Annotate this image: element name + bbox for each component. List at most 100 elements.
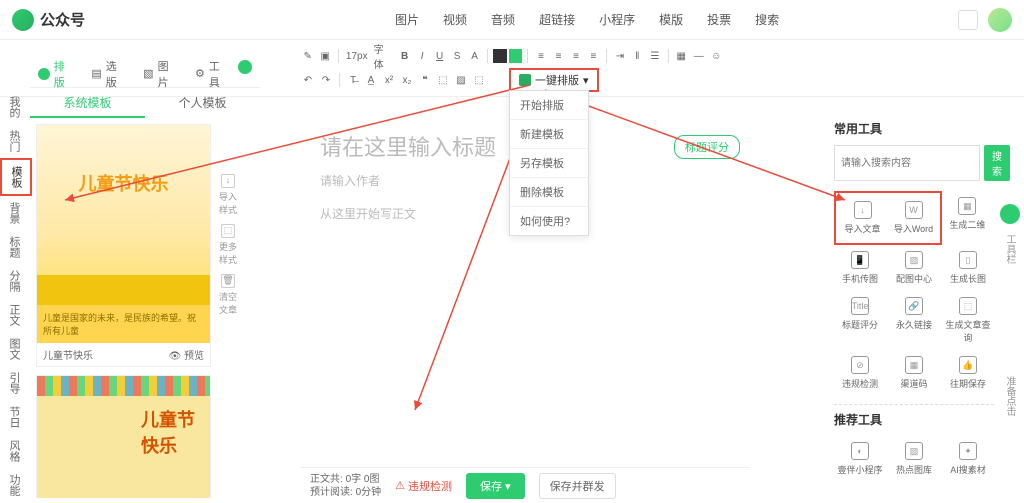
menu-saveas[interactable]: 另存模板 [510, 149, 588, 178]
underline-icon[interactable]: U [432, 48, 447, 64]
tool-permalink[interactable]: 🔗永久链接 [888, 291, 940, 350]
template-preview-1[interactable]: 👁 预览 [169, 347, 204, 362]
brush-icon[interactable]: ✎ [300, 48, 315, 64]
tool-search-button[interactable]: 搜索 [984, 145, 1010, 181]
align-right-icon[interactable]: ≡ [568, 48, 583, 64]
image-icon[interactable]: ▨ [453, 72, 469, 88]
tool-hot-images[interactable]: ▨热点图库 [888, 436, 940, 482]
rating-button[interactable]: 标题评分 [674, 135, 740, 159]
subtab-system[interactable]: 系统模板 [30, 88, 145, 118]
strip-mine[interactable]: 我的 [0, 90, 28, 124]
float-toolbar[interactable]: 工具栏 [998, 228, 1021, 270]
tab-select[interactable]: ▤ 选版 [83, 60, 135, 87]
quote-icon[interactable]: ❝ [417, 72, 433, 88]
paint-icon[interactable]: ▣ [317, 48, 332, 64]
align-center-icon[interactable]: ≡ [551, 48, 566, 64]
tool-violation[interactable]: ⊘违规检测 [834, 350, 886, 396]
strip-template[interactable]: 模板 [0, 158, 32, 196]
tool-miniprogram[interactable]: ◐壹伴小程序 [834, 436, 886, 482]
tool-long-image[interactable]: ▯生成长图 [942, 245, 994, 291]
watermark-icon[interactable]: ⬚ [471, 72, 487, 88]
tool-qrcode[interactable]: ▦生成二维 [945, 191, 989, 237]
tool-ai-search[interactable]: ✦AI搜素材 [942, 436, 994, 482]
hr-icon[interactable]: — [691, 48, 706, 64]
nav-image[interactable]: 图片 [385, 7, 429, 32]
line-height-icon[interactable]: ‖ [630, 48, 645, 64]
indent-icon[interactable]: ⇥ [612, 48, 627, 64]
nav-miniprogram[interactable]: 小程序 [589, 7, 645, 32]
violation-check[interactable]: ⚠ 违规检测 [395, 478, 452, 494]
strip-body[interactable]: 正文 [0, 298, 28, 332]
font-family[interactable]: 字体 [372, 41, 395, 71]
bg-color-green[interactable] [509, 49, 523, 63]
float-click[interactable]: 准备点击 [998, 370, 1021, 422]
strike-icon[interactable]: S [449, 48, 464, 64]
tool-import-article[interactable]: ↓导入文章 [838, 195, 887, 241]
tab-image[interactable]: ▧ 图片 [135, 60, 187, 87]
italic-icon[interactable]: I [414, 48, 429, 64]
save-button[interactable]: 保存 ▾ [466, 473, 525, 499]
tool-title-rating[interactable]: Title标题评分 [834, 291, 886, 350]
undo-icon[interactable]: ↶ [300, 72, 316, 88]
tool-phone-upload[interactable]: 📱手机传图 [834, 245, 886, 291]
menu-help[interactable]: 如何使用? [510, 207, 588, 235]
code-icon[interactable]: ⬚ [435, 72, 451, 88]
format-paint-icon[interactable]: A̲ [363, 72, 379, 88]
bg-color-dark[interactable] [493, 49, 507, 63]
strip-divider[interactable]: 分隔 [0, 264, 28, 298]
download-icon[interactable] [958, 10, 978, 30]
nav-vote[interactable]: 投票 [697, 7, 741, 32]
strip-guide[interactable]: 引导 [0, 366, 28, 400]
logo-icon [12, 9, 34, 31]
more-style[interactable]: ⬚更多样式 [216, 220, 240, 270]
nav-video[interactable]: 视频 [433, 7, 477, 32]
nav-search[interactable]: 搜索 [745, 7, 789, 32]
strip-title[interactable]: 标题 [0, 230, 28, 264]
tool-image-center[interactable]: ▨配图中心 [888, 245, 940, 291]
strip-bg[interactable]: 背景 [0, 196, 28, 230]
oneclick-dropdown[interactable]: 一键排版 ▾ 开始排版 新建模板 另存模板 删除模板 如何使用? [509, 68, 599, 92]
tool-import-word[interactable]: W导入Word [889, 195, 938, 241]
tab-tools[interactable]: ⚙ 工具 [187, 60, 238, 87]
tool-search-input[interactable] [834, 145, 980, 181]
menu-new[interactable]: 新建模板 [510, 120, 588, 149]
subtab-personal[interactable]: 个人模板 [145, 88, 260, 118]
chevron-down-icon: ▾ [583, 74, 589, 87]
tool-past-save[interactable]: 👍往期保存 [942, 350, 994, 396]
nav-audio[interactable]: 音频 [481, 7, 525, 32]
avatar[interactable] [988, 8, 1012, 32]
float-green-dot[interactable] [1000, 204, 1020, 224]
strip-function[interactable]: 功能 [0, 468, 28, 502]
sub-icon[interactable]: x₂ [399, 72, 415, 88]
template-card-1[interactable]: 儿童是国家的未来，是民族的希望。祝所有儿童 儿童节快乐 👁 预览 ↓导入样式 ⬚… [36, 124, 211, 367]
menu-start[interactable]: 开始排版 [510, 91, 588, 120]
nav-link[interactable]: 超链接 [529, 7, 585, 32]
list-icon[interactable]: ☰ [647, 48, 662, 64]
strip-style[interactable]: 风格 [0, 434, 28, 468]
tool-article-query[interactable]: ⬚生成文章查询 [942, 291, 994, 350]
strip-hot[interactable]: 热门 [0, 124, 28, 158]
align-left-icon[interactable]: ≡ [533, 48, 548, 64]
tool-channel-code[interactable]: ▦渠道码 [888, 350, 940, 396]
bold-icon[interactable]: B [397, 48, 412, 64]
sup-icon[interactable]: x² [381, 72, 397, 88]
align-justify-icon[interactable]: ≡ [586, 48, 601, 64]
tab-layout[interactable]: 排版 [30, 60, 83, 87]
clear-article[interactable]: 🗑清空文章 [216, 270, 240, 320]
clear-format-icon[interactable]: T̶ [345, 72, 361, 88]
font-size[interactable]: 17px [344, 51, 370, 62]
font-color-icon[interactable]: A [467, 48, 482, 64]
right-panel: 常用工具 搜索 ↓导入文章 W导入Word ▦生成二维 📱手机传图 ▨配图中心 … [834, 120, 994, 482]
menu-delete[interactable]: 删除模板 [510, 178, 588, 207]
logo[interactable]: 公众号 [12, 9, 85, 31]
save-group-button[interactable]: 保存并群发 [539, 473, 616, 499]
table-icon[interactable]: ▦ [674, 48, 689, 64]
layout-icon [38, 68, 50, 80]
strip-holiday[interactable]: 节日 [0, 400, 28, 434]
import-style[interactable]: ↓导入样式 [216, 170, 240, 220]
redo-icon[interactable]: ↷ [318, 72, 334, 88]
template-card-2[interactable] [36, 375, 211, 498]
strip-imagetext[interactable]: 图文 [0, 332, 28, 366]
nav-template[interactable]: 模版 [649, 7, 693, 32]
emoji-icon[interactable]: ☺ [708, 48, 723, 64]
